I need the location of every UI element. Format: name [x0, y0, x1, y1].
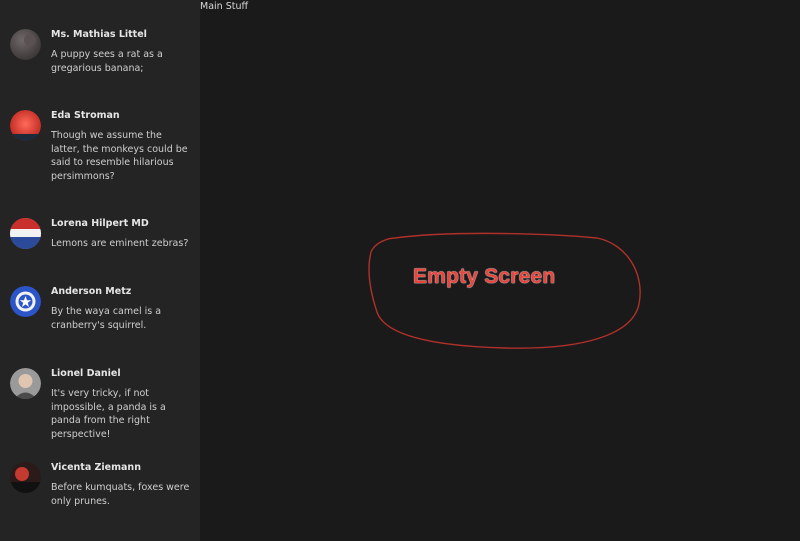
avatar — [10, 286, 41, 317]
app-window: Ms. Mathias Littel A puppy sees a rat as… — [0, 0, 800, 541]
contact-name: Lionel Daniel — [51, 368, 121, 379]
main-content: Main Stuff Empty Screen — [200, 0, 800, 541]
contact-message: Before kumquats, foxes were only prunes. — [51, 482, 190, 507]
contact-name: Vicenta Ziemann — [51, 462, 141, 473]
page-title: Main Stuff — [200, 1, 249, 12]
annotation-label: Empty Screen — [413, 265, 556, 288]
ellipse-annotation-icon — [368, 232, 641, 349]
contact-name: Eda Stroman — [51, 110, 120, 121]
contact-message: Though we assume the latter, the monkeys… — [51, 130, 188, 182]
contacts-sidebar[interactable]: Ms. Mathias Littel A puppy sees a rat as… — [0, 0, 200, 541]
contact-item[interactable]: Eda Stroman Though we assume the latter,… — [0, 103, 200, 211]
avatar — [10, 368, 41, 399]
avatar — [10, 110, 41, 141]
contact-message: By the waya camel is a cranberry's squir… — [51, 306, 162, 331]
avatar — [10, 462, 41, 493]
contact-item[interactable]: Anderson Metz By the waya camel is a cra… — [0, 279, 200, 361]
avatar — [10, 218, 41, 249]
contact-item[interactable]: Ms. Mathias Littel A puppy sees a rat as… — [0, 22, 200, 103]
contact-item[interactable]: Vicenta Ziemann Before kumquats, foxes w… — [0, 455, 200, 535]
contact-name: Ms. Mathias Littel — [51, 29, 147, 40]
contact-message: Lemons are eminent zebras? — [51, 238, 189, 249]
contact-item[interactable]: Lionel Daniel It's very tricky, if not i… — [0, 361, 200, 455]
empty-screen-annotation: Empty Screen — [365, 232, 645, 354]
contact-name: Lorena Hilpert MD — [51, 218, 149, 229]
contact-name: Anderson Metz — [51, 286, 132, 297]
avatar — [10, 29, 41, 60]
contact-message: A puppy sees a rat as a gregarious banan… — [51, 49, 163, 74]
contact-item[interactable]: Lorena Hilpert MD Lemons are eminent zeb… — [0, 211, 200, 279]
contact-message: It's very tricky, if not impossible, a p… — [51, 388, 166, 440]
